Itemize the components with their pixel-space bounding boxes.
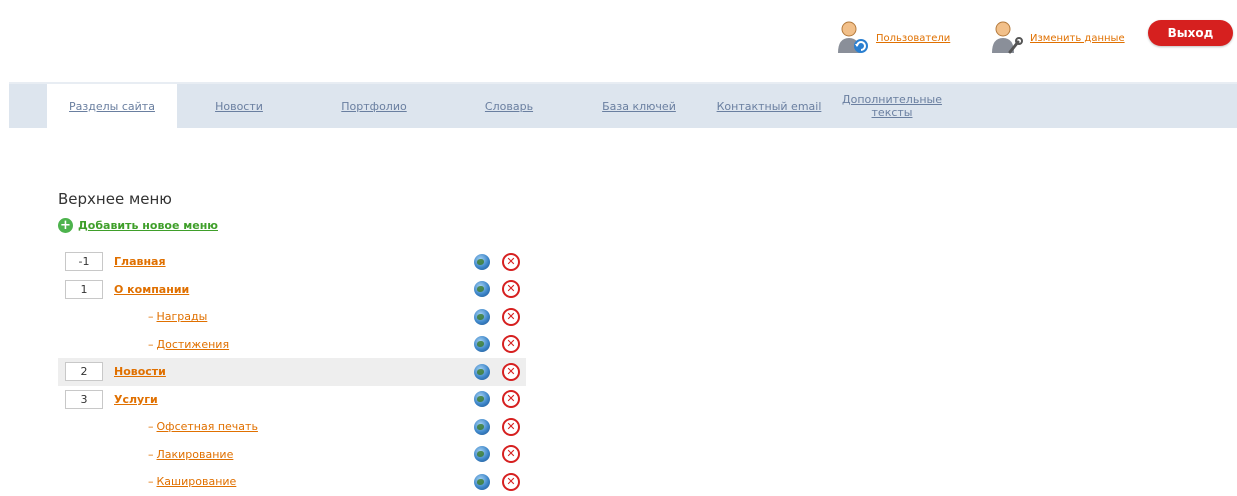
- submenu-item-link[interactable]: – Каширование: [148, 475, 236, 488]
- globe-icon[interactable]: [474, 253, 490, 270]
- globe-icon[interactable]: [474, 446, 490, 463]
- order-input[interactable]: [65, 279, 103, 299]
- delete-x-icon[interactable]: ✕: [502, 362, 520, 381]
- add-menu-label[interactable]: Добавить новое меню: [78, 219, 218, 232]
- section-title: Верхнее меню: [58, 190, 172, 208]
- users-refresh-icon[interactable]: [834, 20, 870, 56]
- plus-circle-icon[interactable]: +: [58, 218, 73, 233]
- menu-item-link[interactable]: Новости: [114, 365, 166, 378]
- header: Пользователи Изменить данные: [0, 20, 1237, 60]
- tab-news[interactable]: Новости: [189, 84, 289, 128]
- order-input[interactable]: [65, 389, 103, 409]
- tab-additional-texts[interactable]: Дополнительные тексты: [837, 84, 947, 128]
- edit-data-link[interactable]: Изменить данные: [1030, 33, 1125, 44]
- submenu-label[interactable]: Каширование: [157, 475, 237, 488]
- menu-item-link[interactable]: О компании: [114, 283, 189, 296]
- submenu-label[interactable]: Награды: [157, 310, 208, 323]
- user-wrench-icon[interactable]: [988, 20, 1024, 56]
- submenu-label[interactable]: Офсетная печать: [157, 420, 258, 433]
- menu-item-link[interactable]: Услуги: [114, 393, 158, 406]
- globe-icon[interactable]: [474, 281, 490, 298]
- globe-icon[interactable]: [474, 363, 490, 380]
- delete-x-icon[interactable]: ✕: [502, 472, 520, 491]
- delete-x-icon[interactable]: ✕: [502, 280, 520, 299]
- submenu-dash: –: [148, 447, 154, 461]
- globe-icon[interactable]: [474, 473, 490, 490]
- menu-row: О компании ✕: [58, 276, 526, 304]
- users-link-group[interactable]: Пользователи: [834, 20, 950, 56]
- submenu-row: – Награды ✕: [58, 303, 526, 331]
- delete-x-icon[interactable]: ✕: [502, 252, 520, 271]
- submenu-label[interactable]: Лакирование: [157, 448, 234, 461]
- add-menu-link[interactable]: + Добавить новое меню: [58, 218, 218, 233]
- globe-icon[interactable]: [474, 308, 490, 325]
- logout-button[interactable]: Выход: [1148, 20, 1233, 46]
- menu-row-highlighted: Новости ✕: [58, 358, 526, 386]
- tab-keys-base[interactable]: База ключей: [579, 84, 699, 128]
- tab-site-sections[interactable]: Разделы сайта: [47, 84, 177, 128]
- order-input[interactable]: [65, 252, 103, 272]
- delete-x-icon[interactable]: ✕: [502, 335, 520, 354]
- tab-portfolio[interactable]: Портфолио: [319, 84, 429, 128]
- submenu-row: – Офсетная печать ✕: [58, 413, 526, 441]
- delete-x-icon[interactable]: ✕: [502, 307, 520, 326]
- menu-item-link[interactable]: Главная: [114, 255, 166, 268]
- submenu-dash: –: [148, 475, 154, 489]
- submenu-dash: –: [148, 310, 154, 324]
- submenu-dash: –: [148, 420, 154, 434]
- submenu-item-link[interactable]: – Награды: [148, 310, 207, 323]
- menu-row: Услуги ✕: [58, 386, 526, 414]
- delete-x-icon[interactable]: ✕: [502, 390, 520, 409]
- submenu-item-link[interactable]: – Офсетная печать: [148, 420, 258, 433]
- tab-contact-email[interactable]: Контактный email: [709, 84, 829, 128]
- tab-dictionary[interactable]: Словарь: [459, 84, 559, 128]
- globe-icon[interactable]: [474, 391, 490, 408]
- order-input[interactable]: [65, 362, 103, 382]
- submenu-row: – Достижения ✕: [58, 331, 526, 359]
- globe-icon[interactable]: [474, 336, 490, 353]
- delete-x-icon[interactable]: ✕: [502, 417, 520, 436]
- menu-list: Главная ✕ О компании ✕ –Награды ✕ –Дости…: [58, 248, 526, 496]
- submenu-item-link[interactable]: – Достижения: [148, 338, 229, 351]
- submenu-dash: –: [148, 337, 154, 351]
- submenu-label[interactable]: Достижения: [157, 338, 230, 351]
- submenu-item-link[interactable]: – Лакирование: [148, 448, 233, 461]
- submenu-row: – Каширование ✕: [58, 468, 526, 496]
- delete-x-icon[interactable]: ✕: [502, 445, 520, 464]
- main-tabs: Разделы сайта Новости Портфолио Словарь …: [9, 82, 1237, 128]
- submenu-row: – Лакирование ✕: [58, 441, 526, 469]
- users-link[interactable]: Пользователи: [876, 33, 950, 44]
- edit-data-link-group[interactable]: Изменить данные: [988, 20, 1125, 56]
- globe-icon[interactable]: [474, 418, 490, 435]
- menu-row: Главная ✕: [58, 248, 526, 276]
